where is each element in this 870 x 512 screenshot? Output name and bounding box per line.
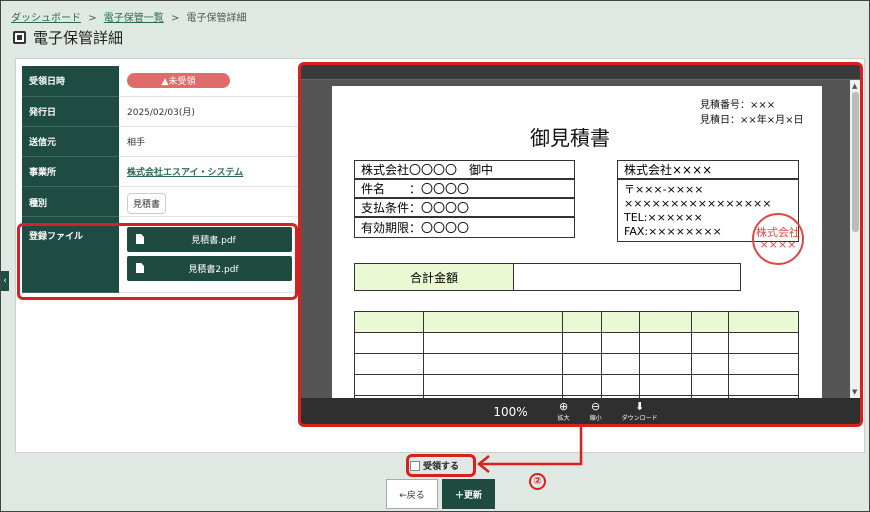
- sender-label: 送信元: [22, 126, 119, 157]
- breadcrumb-dashboard[interactable]: ダッシュボード: [11, 13, 81, 24]
- breadcrumb-separator: >: [88, 13, 97, 24]
- breadcrumb: ダッシュボード > 電子保管一覧 > 電子保管詳細: [11, 9, 247, 24]
- document-icon: [13, 31, 26, 44]
- type-label: 種別: [22, 186, 119, 217]
- accept-highlight: [406, 454, 476, 477]
- breadcrumb-current: 電子保管詳細: [186, 13, 247, 24]
- back-button[interactable]: ←戻る: [386, 479, 438, 509]
- breadcrumb-list[interactable]: 電子保管一覧: [104, 13, 164, 24]
- files-highlight: [17, 223, 298, 300]
- status-badge: ▲未受領: [127, 73, 230, 89]
- page-title: 電子保管詳細: [13, 27, 123, 48]
- received-label: 受領日時: [22, 66, 119, 97]
- page-title-text: 電子保管詳細: [33, 29, 124, 47]
- office-link[interactable]: 株式会社エスアイ・システム: [127, 168, 243, 178]
- viewer-highlight: [298, 62, 863, 427]
- type-chip: 見積書: [127, 192, 167, 214]
- update-button[interactable]: ＋更新: [442, 479, 495, 509]
- office-label: 事業所: [22, 156, 119, 187]
- breadcrumb-separator: >: [170, 13, 180, 24]
- sidebar-collapse-toggle[interactable]: ‹: [1, 271, 9, 291]
- sender-value: 相手: [119, 126, 300, 157]
- callout-arrow: [476, 426, 583, 473]
- step-number-badge: ②: [529, 473, 546, 490]
- issued-label: 発行日: [22, 96, 119, 127]
- chevron-left-icon: ‹: [3, 276, 7, 286]
- issued-value: 2025/02/03(月): [119, 96, 300, 127]
